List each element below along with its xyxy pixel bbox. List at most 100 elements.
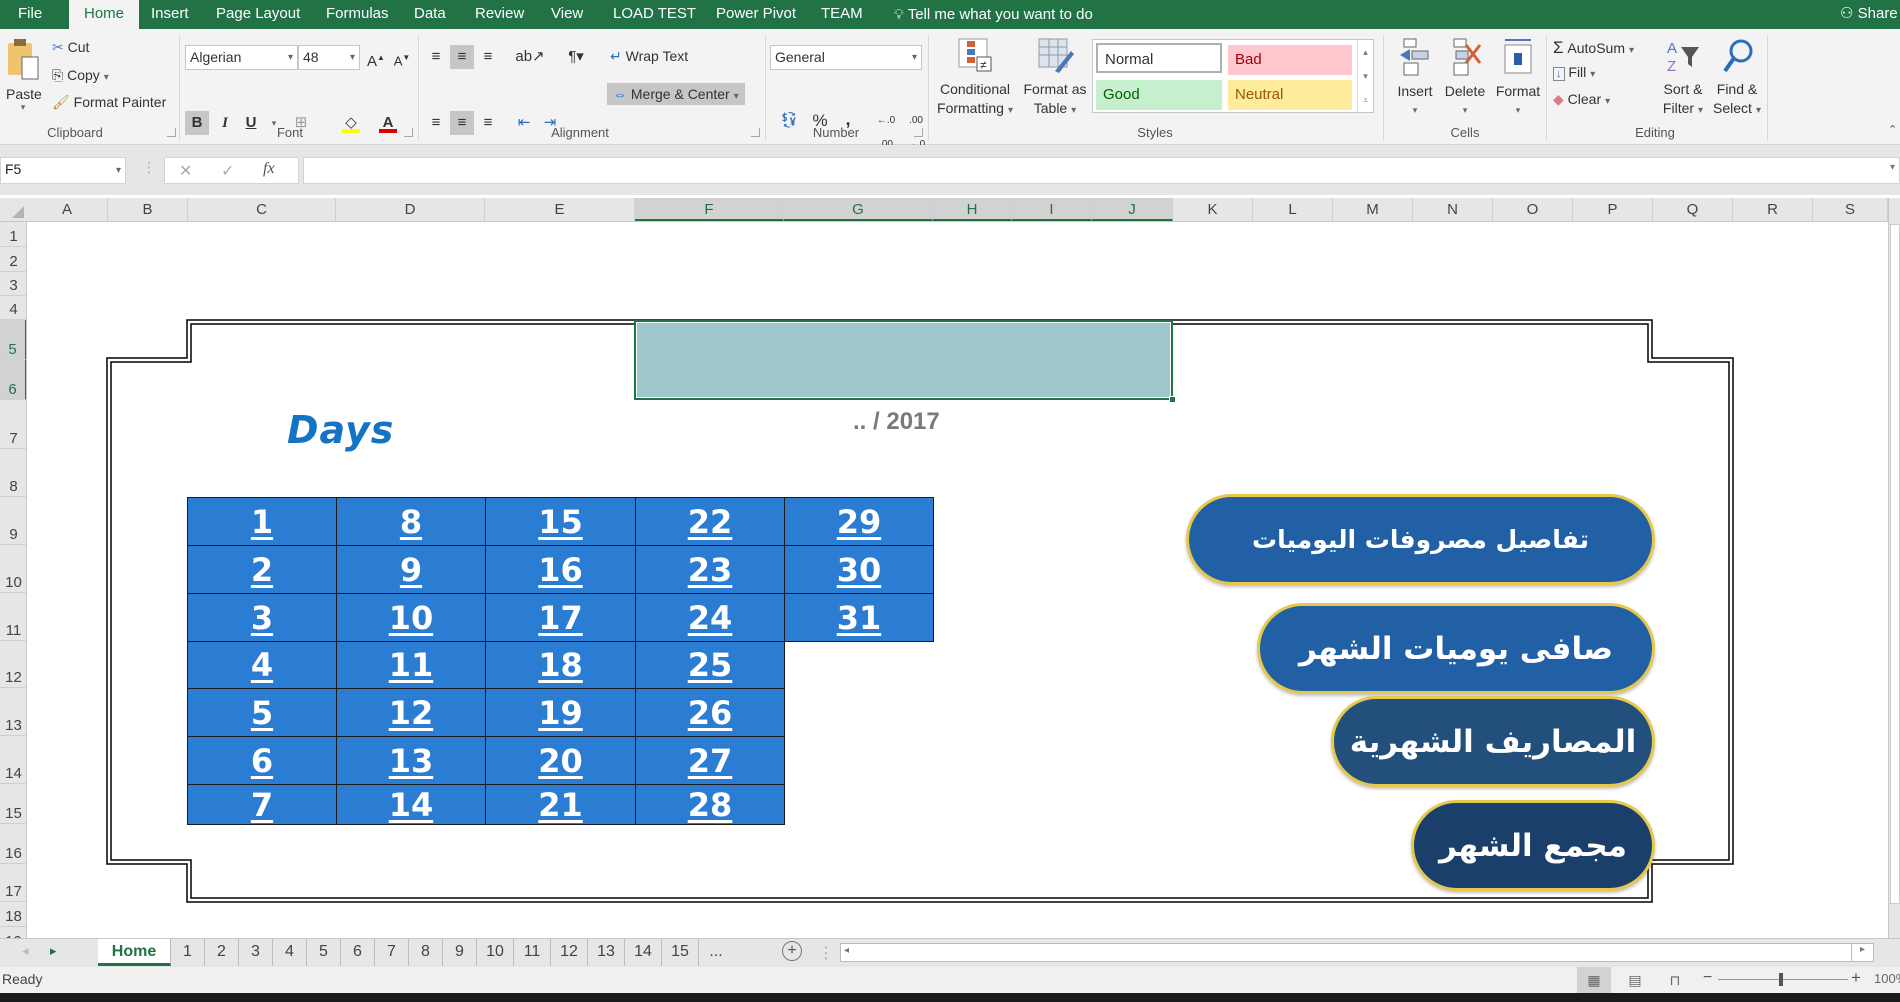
row-header-19[interactable]: 19 — [0, 927, 26, 938]
column-header-n[interactable]: N — [1413, 198, 1493, 221]
enter-icon[interactable]: ✓ — [221, 161, 234, 181]
day-link-1[interactable]: 1 — [187, 497, 337, 546]
sheet-tab-home[interactable]: Home — [98, 939, 171, 966]
collapse-ribbon-icon[interactable]: ⌃ — [1888, 123, 1897, 136]
day-link-23[interactable]: 23 — [635, 545, 785, 594]
sheet-tab-15[interactable]: 15 — [662, 939, 699, 966]
style-neutral[interactable]: Neutral — [1228, 80, 1352, 110]
sheet-tab-7[interactable]: 7 — [375, 939, 409, 966]
column-header-h[interactable]: H — [933, 198, 1012, 221]
delete-cells-button[interactable]: Delete ▾ — [1440, 37, 1490, 120]
day-link-26[interactable]: 26 — [635, 688, 785, 737]
text-direction-button[interactable]: ¶▾ — [558, 45, 594, 69]
day-link-11[interactable]: 11 — [336, 641, 486, 689]
sheet-tab-2[interactable]: 2 — [205, 939, 239, 966]
row-header-16[interactable]: 16 — [0, 824, 26, 864]
tab-review[interactable]: Review — [465, 0, 534, 29]
wrap-text-button[interactable]: ↵ Wrap Text — [610, 48, 688, 65]
column-header-e[interactable]: E — [485, 198, 635, 221]
worksheet-grid[interactable]: Days .. / 2017 1 2 3 4 5 6 7 8 9 10 11 12 13 14 15 16 17… — [27, 222, 1888, 938]
sheet-tab-3[interactable]: 3 — [239, 939, 273, 966]
sheet-tab-8[interactable]: 8 — [409, 939, 443, 966]
copy-button[interactable]: ⎘ Copy — [52, 67, 109, 84]
tab-home[interactable]: Home — [69, 0, 139, 29]
column-header-b[interactable]: B — [108, 198, 188, 221]
tab-team[interactable]: TEAM — [811, 0, 873, 29]
font-dialog-launcher[interactable] — [404, 128, 413, 137]
style-bad[interactable]: Bad — [1228, 45, 1352, 75]
zoom-slider-track[interactable] — [1718, 979, 1848, 980]
select-all-button[interactable] — [0, 198, 27, 221]
gallery-scroll[interactable]: ▴ ▾ ⩡ — [1357, 40, 1373, 112]
monthly-expenses-button[interactable]: المصاريف الشهرية — [1331, 696, 1655, 787]
sheet-tab-13[interactable]: 13 — [588, 939, 625, 966]
row-header-7[interactable]: 7 — [0, 400, 26, 449]
align-right-button[interactable]: ≡ — [476, 111, 500, 135]
column-header-d[interactable]: D — [336, 198, 485, 221]
conditional-formatting-button[interactable]: ≠ Conditional Formatting — [934, 37, 1016, 120]
row-header-3[interactable]: 3 — [0, 272, 26, 296]
day-link-24[interactable]: 24 — [635, 593, 785, 642]
day-link-13[interactable]: 13 — [336, 736, 486, 785]
shrink-font-button[interactable]: A▼ — [390, 46, 414, 70]
sort-filter-button[interactable]: AZ Sort & Filter — [1656, 37, 1710, 120]
column-header-p[interactable]: P — [1573, 198, 1653, 221]
tab-formulas[interactable]: Formulas — [316, 0, 399, 29]
title-cell-f5[interactable] — [634, 320, 1176, 403]
day-link-21[interactable]: 21 — [485, 784, 636, 825]
tab-view[interactable]: View — [541, 0, 593, 29]
bottom-align-button[interactable]: ≡ — [476, 45, 500, 69]
day-link-8[interactable]: 8 — [336, 497, 486, 546]
vertical-scrollbar[interactable] — [1888, 198, 1900, 938]
share-button[interactable]: ⚇ Share — [1830, 0, 1900, 29]
paste-dropdown-arrow[interactable]: ▾ — [6, 102, 40, 113]
alignment-dialog-launcher[interactable] — [751, 128, 760, 137]
day-link-30[interactable]: 30 — [784, 545, 934, 594]
row-header-8[interactable]: 8 — [0, 449, 26, 497]
paste-button[interactable]: Paste ▾ — [6, 37, 42, 113]
cut-button[interactable]: ✂ Cut — [52, 39, 89, 56]
day-link-9[interactable]: 9 — [336, 545, 486, 594]
format-as-table-button[interactable]: Format as Table — [1020, 37, 1090, 120]
grow-font-button[interactable]: A▲ — [364, 46, 388, 70]
format-cells-button[interactable]: Format ▾ — [1492, 37, 1544, 120]
sheet-tab-1[interactable]: 1 — [171, 939, 205, 966]
row-header-13[interactable]: 13 — [0, 688, 26, 736]
column-header-g[interactable]: G — [784, 198, 933, 221]
month-summary-button[interactable]: مجمع الشهر — [1411, 800, 1655, 891]
tab-split-grip[interactable]: ⋮ — [818, 943, 834, 963]
page-break-view-button[interactable]: ⊓ — [1658, 967, 1692, 993]
scroll-right-icon[interactable]: ▸ — [1851, 944, 1873, 961]
middle-align-button[interactable]: ≡ — [450, 45, 474, 69]
row-header-5[interactable]: 5 — [0, 320, 26, 360]
sheet-tab-4[interactable]: 4 — [273, 939, 307, 966]
day-link-3[interactable]: 3 — [187, 593, 337, 642]
row-header-9[interactable]: 9 — [0, 497, 26, 545]
day-link-22[interactable]: 22 — [635, 497, 785, 546]
tab-data[interactable]: Data — [404, 0, 456, 29]
sheet-tab-12[interactable]: 12 — [551, 939, 588, 966]
row-header-2[interactable]: 2 — [0, 247, 26, 272]
tab-load-test[interactable]: LOAD TEST — [603, 0, 706, 29]
page-layout-view-button[interactable]: ▤ — [1618, 967, 1652, 993]
row-header-6[interactable]: 6 — [0, 360, 26, 400]
column-header-k[interactable]: K — [1173, 198, 1253, 221]
column-header-q[interactable]: Q — [1653, 198, 1733, 221]
row-header-14[interactable]: 14 — [0, 736, 26, 784]
sheet-tab-9[interactable]: 9 — [443, 939, 477, 966]
format-painter-button[interactable]: 🖌︎ Format Painter — [52, 94, 166, 111]
row-header-4[interactable]: 4 — [0, 296, 26, 320]
column-header-i[interactable]: I — [1012, 198, 1092, 221]
sheet-tab-11[interactable]: 11 — [514, 939, 551, 966]
zoom-slider-thumb[interactable] — [1779, 973, 1783, 986]
day-link-29[interactable]: 29 — [784, 497, 934, 546]
insert-function-icon[interactable]: fx — [263, 160, 275, 178]
column-header-l[interactable]: L — [1253, 198, 1333, 221]
column-header-f[interactable]: F — [635, 198, 784, 221]
scroll-tabs-left-icon[interactable]: ◂ — [22, 943, 29, 959]
number-format-box[interactable]: General ▾ — [770, 45, 922, 70]
tab-insert[interactable]: Insert — [141, 0, 199, 29]
row-header-12[interactable]: 12 — [0, 641, 26, 688]
style-normal[interactable]: Normal — [1096, 43, 1222, 73]
day-link-7[interactable]: 7 — [187, 784, 337, 825]
